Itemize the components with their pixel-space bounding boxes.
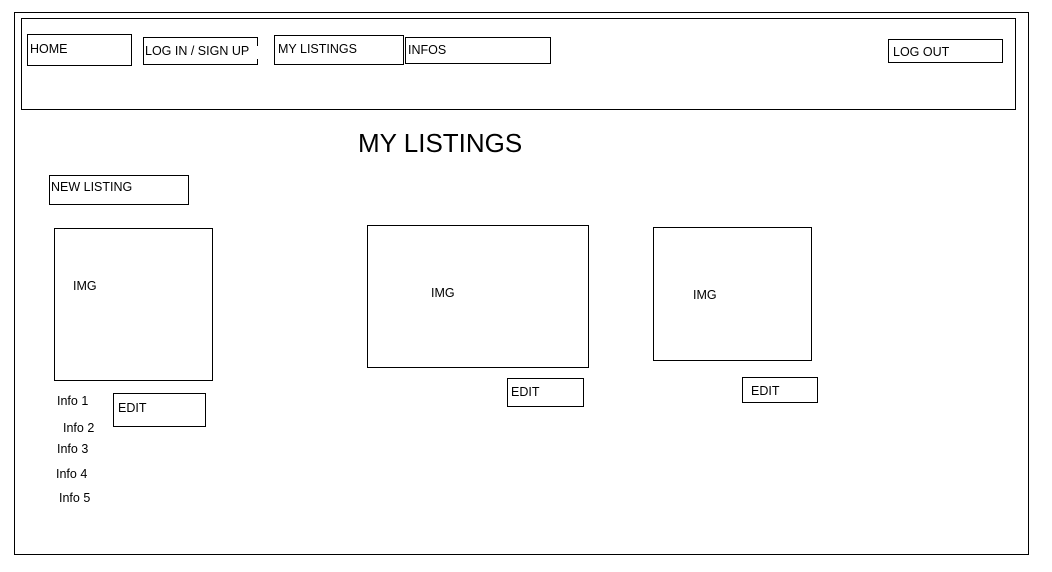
listing-image-3-label: IMG <box>693 288 717 302</box>
login-signup-button[interactable]: LOG IN / SIGN UP <box>143 37 258 65</box>
my-listings-nav-label: MY LISTINGS <box>278 42 357 56</box>
edit-button-3-label: EDIT <box>751 384 780 398</box>
home-button[interactable]: HOME <box>27 34 132 66</box>
logout-button-label: LOG OUT <box>893 45 950 59</box>
listing-1-info-2: Info 2 <box>63 421 95 435</box>
new-listing-button[interactable]: NEW LISTING <box>49 175 189 205</box>
edit-button-3[interactable]: EDIT <box>742 377 818 403</box>
my-listings-nav-button[interactable]: MY LISTINGS <box>274 35 404 65</box>
home-button-label: HOME <box>30 42 68 56</box>
listing-1-info-4: Info 4 <box>56 467 88 481</box>
edit-button-2[interactable]: EDIT <box>507 378 584 407</box>
listing-image-2-label: IMG <box>431 286 455 300</box>
edit-button-1-label: EDIT <box>118 401 147 415</box>
listing-1-info-5: Info 5 <box>59 491 91 505</box>
infos-nav-button[interactable]: INFOS <box>405 37 551 64</box>
edit-button-1[interactable]: EDIT <box>113 393 206 427</box>
edit-button-2-label: EDIT <box>511 385 540 399</box>
login-signup-button-label: LOG IN / SIGN UP <box>145 44 250 58</box>
listing-1-info-3: Info 3 <box>57 442 89 456</box>
page-title: MY LISTINGS <box>358 128 523 158</box>
new-listing-button-label: NEW LISTING <box>51 180 133 194</box>
listing-image-1-label: IMG <box>73 279 97 293</box>
logout-button[interactable]: LOG OUT <box>888 39 1003 63</box>
infos-nav-label: INFOS <box>408 43 447 57</box>
listing-image-1[interactable]: IMG <box>54 228 213 381</box>
listing-image-2[interactable]: IMG <box>367 225 589 368</box>
listing-image-3[interactable]: IMG <box>653 227 812 361</box>
listing-1-info-1: Info 1 <box>57 394 89 408</box>
